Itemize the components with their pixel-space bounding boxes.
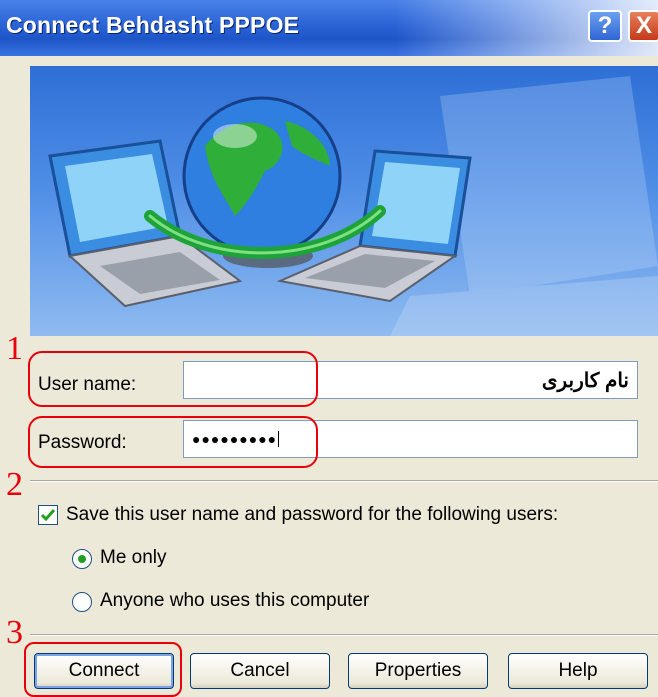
username-label: User name: bbox=[38, 374, 137, 395]
checkmark-icon bbox=[40, 509, 56, 522]
help-title-button[interactable]: ? bbox=[588, 10, 622, 42]
radio-me-only[interactable] bbox=[72, 549, 92, 569]
radio-selected-dot bbox=[78, 555, 86, 563]
title-bar[interactable]: Connect Behdasht PPPOE ? X bbox=[0, 0, 658, 56]
username-value: نام کاربری bbox=[541, 370, 629, 392]
help-icon: ? bbox=[597, 12, 613, 39]
password-input[interactable]: ●●●●●●●●● bbox=[183, 420, 638, 458]
save-password-checkbox[interactable] bbox=[38, 505, 58, 525]
password-label: Password: bbox=[38, 432, 127, 453]
save-password-label: Save this user name and password for the… bbox=[66, 504, 559, 525]
cancel-button[interactable]: Cancel bbox=[190, 653, 330, 689]
radio-anyone[interactable] bbox=[72, 592, 92, 612]
separator-bottom bbox=[30, 634, 658, 636]
radio-anyone-label: Anyone who uses this computer bbox=[100, 590, 370, 611]
step-number-2: 2 bbox=[6, 466, 23, 503]
password-value: ●●●●●●●●● bbox=[192, 431, 278, 447]
close-icon: X bbox=[635, 12, 652, 39]
connect-dialog: Connect Behdasht PPPOE ? X 1 2 3 User na… bbox=[0, 0, 658, 697]
separator-top bbox=[30, 480, 658, 482]
radio-me-only-label: Me only bbox=[100, 547, 167, 568]
close-button[interactable]: X bbox=[628, 10, 658, 42]
step-number-1: 1 bbox=[6, 330, 23, 367]
help-button[interactable]: Help bbox=[508, 653, 648, 689]
window-title: Connect Behdasht PPPOE bbox=[6, 12, 300, 38]
network-banner-image bbox=[30, 66, 658, 336]
properties-button[interactable]: Properties bbox=[348, 653, 488, 689]
step-number-3: 3 bbox=[6, 614, 23, 651]
username-input[interactable]: نام کاربری bbox=[183, 361, 638, 399]
connect-button[interactable]: Connect bbox=[34, 653, 174, 689]
network-illustration bbox=[48, 76, 658, 336]
